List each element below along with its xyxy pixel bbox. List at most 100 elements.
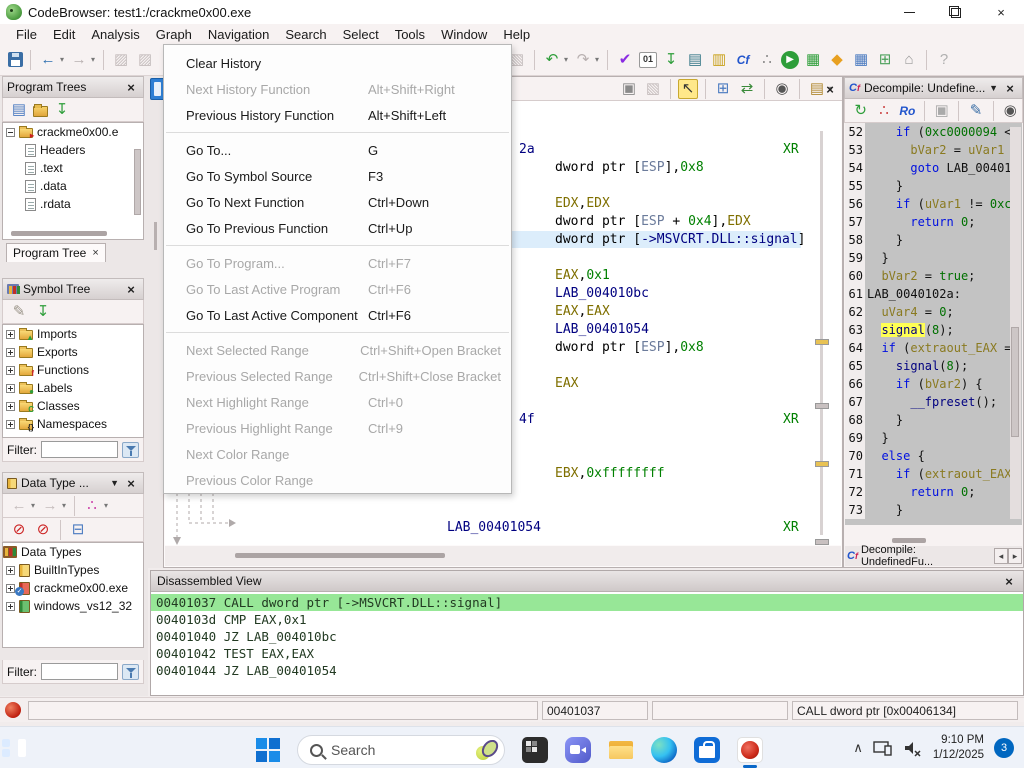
data-type-item-builtintypes[interactable]: BuiltInTypes: [3, 561, 143, 579]
symbol-tree-item-namespaces[interactable]: {}Namespaces: [3, 415, 143, 433]
decompile-tab[interactable]: Decompile: UndefinedFu...: [861, 544, 991, 568]
listing-line[interactable]: EAX,EAX: [555, 303, 610, 320]
listing-line[interactable]: LAB_00401054: [555, 321, 649, 338]
tray-chevron-up-icon[interactable]: ∧: [853, 740, 863, 756]
decompile-line[interactable]: 52 if (0xc0000094 <: [845, 123, 1022, 141]
listing-line[interactable]: EAX,0x1: [555, 267, 610, 284]
decompile-line[interactable]: 71 if (extraout_EAX: [845, 465, 1022, 483]
tree-item-text[interactable]: .text: [3, 159, 143, 177]
edge-icon[interactable]: [651, 737, 677, 763]
symbol-tree-item-exports[interactable]: Exports: [3, 343, 143, 361]
data-type-archive-icon[interactable]: ▥: [709, 50, 729, 70]
volume-muted-icon[interactable]: [903, 738, 923, 758]
decompile-line[interactable]: 69 }: [845, 429, 1022, 447]
menu-item-go-to-program[interactable]: Go To Program...Ctrl+F7: [164, 250, 511, 276]
organize-icon[interactable]: ↧: [52, 100, 72, 120]
copy-icon[interactable]: ▣: [619, 79, 639, 99]
menu-item-previous-highlight-range[interactable]: Previous Highlight RangeCtrl+9: [164, 415, 511, 441]
decompile-vscrollbar[interactable]: [1010, 127, 1021, 519]
edit-icon[interactable]: ✎: [966, 101, 985, 121]
expand-icon[interactable]: [6, 402, 15, 411]
expand-icon[interactable]: [6, 330, 15, 339]
tree-item-headers[interactable]: Headers: [3, 141, 143, 159]
listing-line[interactable]: LAB_004010bc: [555, 285, 649, 302]
camera-icon[interactable]: ◉: [1001, 101, 1020, 121]
expand-icon[interactable]: [6, 420, 15, 429]
disassembled-row[interactable]: 00401042 TEST EAX,EAX: [151, 645, 1023, 662]
menu-item-previous-history-function[interactable]: Previous History FunctionAlt+Shift+Left: [164, 102, 511, 128]
xref-label[interactable]: XR: [783, 519, 799, 536]
conflict-mode-icon[interactable]: ∴: [82, 496, 102, 516]
symbol-table-icon[interactable]: ⌂: [899, 50, 919, 70]
listing-line[interactable]: 4f: [519, 411, 535, 428]
back-icon[interactable]: ←: [9, 496, 29, 516]
scroll-marker[interactable]: [815, 339, 829, 345]
listing-line[interactable]: 2a: [519, 141, 535, 158]
tree-item-data[interactable]: .data: [3, 177, 143, 195]
decompile-line[interactable]: 54 goto LAB_004010: [845, 159, 1022, 177]
splitter-handle[interactable]: [154, 222, 157, 250]
listing-line[interactable]: dword ptr [ESP],0x8: [555, 159, 704, 176]
redo-icon[interactable]: ↷: [573, 50, 593, 70]
collapse-all-icon[interactable]: ⊟: [68, 520, 88, 540]
redo-caret-icon[interactable]: ▾: [595, 55, 599, 64]
expand-icon[interactable]: [6, 602, 15, 611]
import-results-icon[interactable]: ↧: [661, 50, 681, 70]
program-tree-tab-close-icon[interactable]: ×: [92, 247, 98, 259]
menu-graph[interactable]: Graph: [148, 25, 200, 44]
decompile-line[interactable]: 67 __fpreset();: [845, 393, 1022, 411]
menu-item-next-highlight-range[interactable]: Next Highlight RangeCtrl+0: [164, 389, 511, 415]
decompile-line[interactable]: 66 if (bVar2) {: [845, 375, 1022, 393]
table-export-icon[interactable]: ⊞: [875, 50, 895, 70]
script-manager-icon[interactable]: ▶: [781, 51, 799, 69]
decompile-line[interactable]: 57 return 0;: [845, 213, 1022, 231]
decompile-line[interactable]: 63 signal(8);: [845, 321, 1022, 339]
expand-icon[interactable]: [6, 366, 15, 375]
open-folder-icon[interactable]: [33, 106, 48, 117]
undo-icon[interactable]: ↶: [542, 50, 562, 70]
graph-icon[interactable]: ∴: [874, 101, 893, 121]
menu-file[interactable]: File: [8, 25, 45, 44]
data-type-item-windows-vs12-32[interactable]: windows_vs12_32: [3, 597, 143, 615]
tab-scroll-right-icon[interactable]: ▸: [1008, 548, 1022, 564]
refresh-icon[interactable]: ↻: [851, 101, 870, 121]
close-button[interactable]: ×: [978, 0, 1024, 24]
menu-item-go-to-symbol-source[interactable]: Go To Symbol SourceF3: [164, 163, 511, 189]
program-tree-vscroll[interactable]: [134, 149, 141, 215]
memory-bytes-icon[interactable]: ▦: [803, 50, 823, 70]
decompiler-icon[interactable]: Cf: [733, 50, 753, 70]
symbol-tree[interactable]: ▲ImportsExportsfFunctions●LabelsCClasses…: [2, 324, 144, 438]
tree-root-program[interactable]: ▸crackme0x00.e: [3, 123, 143, 141]
decompile-line[interactable]: 59 }: [845, 249, 1022, 267]
conflict-mode-caret-icon[interactable]: ▾: [104, 501, 108, 510]
symbol-tree-item-functions[interactable]: fFunctions: [3, 361, 143, 379]
menu-item-previous-color-range[interactable]: Previous Color Range: [164, 467, 511, 493]
function-graph-icon[interactable]: ∴: [757, 50, 777, 70]
new-tree-icon[interactable]: ▤: [9, 100, 29, 120]
xref-label[interactable]: XR: [783, 141, 799, 158]
chat-icon[interactable]: [565, 737, 591, 763]
menu-select[interactable]: Select: [335, 25, 387, 44]
listing-line[interactable]: EAX: [555, 375, 578, 392]
data-types-root[interactable]: Data Types: [3, 543, 143, 561]
menu-item-next-selected-range[interactable]: Next Selected RangeCtrl+Shift+Open Brack…: [164, 337, 511, 363]
vertical-splitter[interactable]: [148, 76, 163, 568]
menu-item-next-history-function[interactable]: Next History FunctionAlt+Shift+Right: [164, 76, 511, 102]
data-type-manager-menu-icon[interactable]: ▼: [110, 478, 119, 488]
menu-item-go-to[interactable]: Go To...G: [164, 137, 511, 163]
save-icon[interactable]: [8, 52, 23, 67]
forward-icon[interactable]: →: [69, 50, 89, 70]
bytes-viewer-icon[interactable]: 01: [639, 52, 657, 68]
prev-location-icon[interactable]: ▨: [111, 50, 131, 70]
tree-item-rdata[interactable]: .rdata: [3, 195, 143, 213]
decompile-line[interactable]: 72 return 0;: [845, 483, 1022, 501]
decompile-line[interactable]: 68 }: [845, 411, 1022, 429]
forward-icon[interactable]: →: [40, 496, 60, 516]
data-type-manager-close-icon[interactable]: ×: [123, 475, 139, 491]
data-type-item-crackme0x00-exe[interactable]: ✓crackme0x00.exe: [3, 579, 143, 597]
data-type-filter-input[interactable]: [41, 663, 118, 680]
symbol-filter-options-icon[interactable]: [122, 442, 139, 458]
minimize-button[interactable]: [886, 0, 932, 24]
file-explorer-icon[interactable]: [608, 737, 634, 763]
back-caret-icon[interactable]: ▾: [60, 55, 64, 64]
